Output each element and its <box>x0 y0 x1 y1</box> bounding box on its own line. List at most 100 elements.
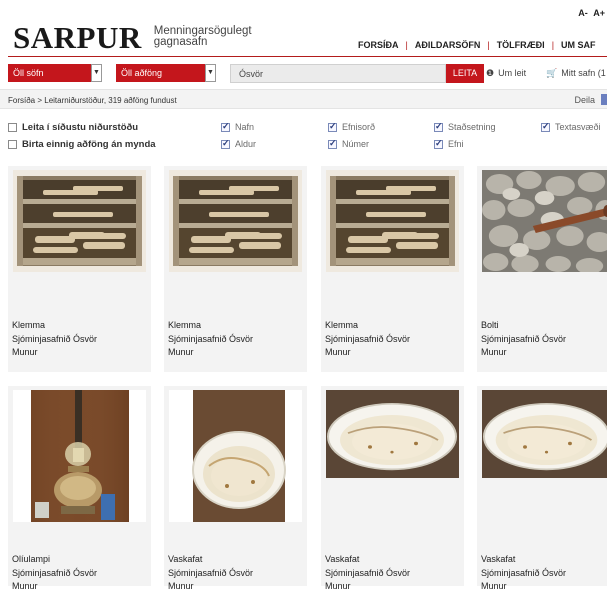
show-without-images-label: Birta einnig aðföng án mynda <box>22 139 156 150</box>
result-meta: Klemma Sjóminjasafnið Ósvör Munur <box>12 319 97 360</box>
my-collection-label: Mitt safn (1 <box>561 68 606 78</box>
about-search-label: Um leit <box>498 68 527 78</box>
result-type: Munur <box>168 347 194 357</box>
result-museum: Sjóminjasafnið Ósvör <box>12 567 98 578</box>
my-collection-link[interactable]: 🛒 Mitt safn (1 <box>546 68 606 79</box>
result-museum: Sjóminjasafnið Ósvör <box>325 567 411 578</box>
field-checkbox[interactable] <box>541 121 550 132</box>
share-icon[interactable] <box>601 94 607 105</box>
result-name[interactable]: Klemma <box>12 319 97 333</box>
field-filter-material[interactable]: Efni <box>434 138 464 149</box>
result-type: Munur <box>12 581 38 590</box>
result-museum: Sjóminjasafnið Ósvör <box>168 333 254 344</box>
field-checkbox[interactable] <box>328 121 337 132</box>
result-image[interactable] <box>169 170 302 272</box>
result-type: Munur <box>168 581 194 590</box>
logo-title: SARPUR <box>13 20 142 55</box>
about-search-link[interactable]: ❶ Um leit <box>486 68 526 79</box>
field-label: Efni <box>448 139 464 149</box>
result-card[interactable]: Olíulampi Sjóminjasafnið Ósvör Munur <box>8 386 151 590</box>
result-image[interactable] <box>13 390 146 522</box>
nav-separator: | <box>487 40 490 50</box>
field-filter-name[interactable]: Nafn <box>221 121 255 132</box>
result-image[interactable] <box>482 170 607 272</box>
show-without-images-checkbox[interactable] <box>8 140 17 149</box>
result-name[interactable]: Klemma <box>325 319 410 333</box>
nav-separator: | <box>551 40 555 50</box>
field-label: Aldur <box>235 139 257 149</box>
search-input[interactable]: Ósvör <box>230 64 446 83</box>
chevron-down-icon[interactable]: ▼ <box>91 64 102 82</box>
result-name[interactable]: Vaskafat <box>481 553 566 567</box>
result-card[interactable]: Klemma Sjóminjasafnið Ósvör Munur <box>321 166 464 372</box>
search-in-results-checkbox[interactable] <box>8 123 17 132</box>
logo-subtitle: Menningarsögulegt gagnasafn <box>153 25 252 48</box>
result-type: Munur <box>325 581 351 590</box>
search-bar: Öll söfn ▼ Öll aðföng ▼ Ósvör LEITA ❶ Um … <box>8 62 607 84</box>
result-name[interactable]: Bolti <box>481 319 566 333</box>
nav-item-home[interactable]: FORSÍÐA <box>358 40 399 50</box>
result-type: Munur <box>12 347 38 357</box>
result-museum: Sjóminjasafnið Ósvör <box>12 333 98 344</box>
result-card[interactable]: Vaskafat Sjóminjasafnið Ósvör Munur <box>164 386 307 590</box>
breadcrumb-bar: Forsíða > Leitarniðurstöður, 319 aðföng … <box>0 89 607 109</box>
result-meta: Klemma Sjóminjasafnið Ósvör Munur <box>168 319 253 360</box>
field-filter-text[interactable]: Textasvæði <box>541 121 601 132</box>
result-image[interactable] <box>482 390 607 478</box>
field-checkbox[interactable] <box>434 138 443 149</box>
font-size-controls: A- A+ <box>575 8 605 18</box>
result-card[interactable]: Vaskafat Sjóminjasafnið Ósvör Munur <box>477 386 607 590</box>
result-type: Munur <box>481 347 507 357</box>
result-name[interactable]: Klemma <box>168 319 253 333</box>
search-in-results-label: Leita í síðustu niðurstöðu <box>22 122 139 133</box>
result-image[interactable] <box>326 170 459 272</box>
result-museum: Sjóminjasafnið Ósvör <box>325 333 411 344</box>
field-checkbox[interactable] <box>221 121 230 132</box>
item-type-select[interactable]: Öll aðföng ▼ <box>116 64 216 82</box>
nav-item-about[interactable]: UM SAF <box>561 40 596 50</box>
cart-icon: 🛒 <box>546 68 558 78</box>
result-museum: Sjóminjasafnið Ósvör <box>168 567 254 578</box>
font-increase-button[interactable]: A+ <box>593 8 605 18</box>
show-without-images-option[interactable]: Birta einnig aðföng án mynda <box>8 139 156 150</box>
result-card[interactable]: Bolti Sjóminjasafnið Ósvör Munur <box>477 166 607 372</box>
field-filter-subject[interactable]: Efnisorð <box>328 121 376 132</box>
result-name[interactable]: Vaskafat <box>168 553 253 567</box>
nav-item-statistics[interactable]: TÖLFRÆÐI <box>497 40 545 50</box>
result-card[interactable]: Klemma Sjóminjasafnið Ósvör Munur <box>164 166 307 372</box>
result-meta: Vaskafat Sjóminjasafnið Ósvör Munur <box>325 553 410 590</box>
field-filter-age[interactable]: Aldur <box>221 138 257 149</box>
field-label: Efnisorð <box>342 122 376 132</box>
site-logo[interactable]: SARPUR Menningarsögulegt gagnasafn <box>13 22 264 54</box>
result-museum: Sjóminjasafnið Ósvör <box>481 333 567 344</box>
field-checkbox[interactable] <box>221 138 230 149</box>
field-label: Númer <box>342 139 370 149</box>
result-card[interactable]: Klemma Sjóminjasafnið Ósvör Munur <box>8 166 151 372</box>
result-name[interactable]: Olíulampi <box>12 553 97 567</box>
result-image[interactable] <box>326 390 459 478</box>
search-in-results-option[interactable]: Leita í síðustu niðurstöðu <box>8 122 138 133</box>
search-button[interactable]: LEITA <box>446 64 484 83</box>
field-filter-number[interactable]: Númer <box>328 138 370 149</box>
item-type-select-value: Öll aðföng <box>121 68 163 78</box>
result-meta: Vaskafat Sjóminjasafnið Ósvör Munur <box>168 553 253 590</box>
nav-item-members[interactable]: AÐILDARSÖFN <box>415 40 481 50</box>
result-name[interactable]: Vaskafat <box>325 553 410 567</box>
field-label: Nafn <box>235 122 255 132</box>
nav-separator: | <box>405 40 408 50</box>
result-card[interactable]: Vaskafat Sjóminjasafnið Ósvör Munur <box>321 386 464 590</box>
result-meta: Vaskafat Sjóminjasafnið Ósvör Munur <box>481 553 566 590</box>
result-image[interactable] <box>169 390 302 522</box>
field-checkbox[interactable] <box>328 138 337 149</box>
field-filter-location[interactable]: Staðsetning <box>434 121 496 132</box>
collection-select[interactable]: Öll söfn ▼ <box>8 64 102 82</box>
main-nav: FORSÍÐA | AÐILDARSÖFN | TÖLFRÆÐI | UM SA… <box>358 40 596 50</box>
field-checkbox[interactable] <box>434 121 443 132</box>
chevron-down-icon[interactable]: ▼ <box>205 64 216 82</box>
breadcrumb[interactable]: Forsíða > Leitarniðurstöður, 319 aðföng … <box>8 96 177 105</box>
result-museum: Sjóminjasafnið Ósvör <box>481 567 567 578</box>
result-image[interactable] <box>13 170 146 272</box>
font-decrease-button[interactable]: A- <box>578 8 588 18</box>
share-label[interactable]: Deila <box>574 95 595 105</box>
search-filters: Leita í síðustu niðurstöðu Birta einnig … <box>8 121 607 158</box>
